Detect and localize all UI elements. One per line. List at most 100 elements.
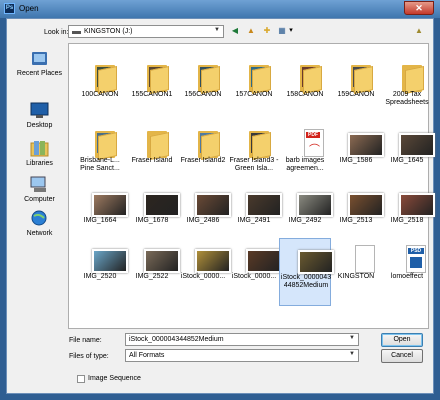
file-item-label: iStock_000004344852Medium — [280, 274, 332, 289]
file-item-label: iStock_0000... — [180, 273, 226, 280]
place-recent-places[interactable]: Recent Places — [12, 50, 67, 80]
new-folder-button[interactable]: ✚ — [261, 25, 273, 37]
place-label: Libraries — [26, 160, 53, 167]
file-item-label: Fraser Island — [131, 157, 173, 164]
file-item[interactable]: 2009 Tax Spreadsheets — [381, 56, 433, 120]
file-item[interactable]: iStock_000004344852Medium — [279, 238, 334, 306]
place-computer[interactable]: Computer — [12, 176, 67, 206]
file-item[interactable]: IMG_1678 — [126, 182, 180, 246]
window-title: Open — [19, 4, 39, 13]
recent-places-icon — [30, 50, 49, 67]
file-item[interactable]: Brisbane-L... Pine Sanct... — [74, 122, 126, 186]
file-item-label: IMG_2518 — [390, 217, 424, 224]
file-item[interactable]: IMG_1645 — [381, 122, 435, 186]
file-item-label: IMG_2492 — [288, 217, 322, 224]
file-item[interactable]: IMG_2513 — [330, 182, 384, 246]
image-thumbnail — [391, 126, 435, 157]
file-item[interactable]: 156CANON — [177, 56, 229, 120]
image-thumbnail — [187, 186, 231, 217]
file-item[interactable]: Fraser Island3 - Green Isla... — [228, 122, 280, 186]
title-bar[interactable]: Ps Open ✕ — [0, 0, 440, 18]
folder-icon — [84, 60, 117, 95]
extra-folder-button[interactable]: ▲ — [413, 25, 425, 37]
place-desktop[interactable]: Desktop — [12, 102, 67, 132]
file-item[interactable]: IMG_2518 — [381, 182, 435, 246]
chevron-down-icon[interactable]: ▼ — [349, 351, 355, 357]
file-item-label: iStock_0000... — [231, 273, 277, 280]
file-item-label: IMG_1664 — [83, 217, 117, 224]
up-folder-button[interactable]: ▲ — [245, 25, 257, 37]
file-item-label: IMG_1678 — [135, 217, 169, 224]
file-item[interactable]: 155CANON1 — [126, 56, 178, 120]
file-item[interactable]: IMG_1664 — [74, 182, 128, 246]
computer-icon — [30, 176, 49, 193]
file-item-label: IMG_1586 — [339, 157, 373, 164]
file-type-value: All Formats — [129, 352, 165, 359]
file-item-label: 159CANON — [337, 91, 375, 98]
image-thumbnail — [187, 242, 231, 273]
drive-icon — [72, 31, 81, 34]
chevron-down-icon[interactable]: ▼ — [349, 335, 355, 341]
file-item-label: IMG_1645 — [390, 157, 424, 164]
file-item-label: IMG_2486 — [186, 217, 220, 224]
file-item[interactable]: Fraser Island — [126, 122, 178, 186]
file-item[interactable]: IMG_2491 — [228, 182, 282, 246]
file-type-dropdown[interactable]: All Formats ▼ — [125, 349, 359, 362]
file-item-label: lomoeffect — [390, 273, 424, 280]
open-button[interactable]: Open — [381, 333, 423, 347]
folder-icon — [136, 60, 169, 95]
image-thumbnail — [391, 186, 435, 217]
file-item[interactable]: IMG_2492 — [279, 182, 333, 246]
place-label: Desktop — [26, 122, 53, 129]
file-item[interactable]: PSD lomoeffect — [381, 238, 433, 302]
photoshop-app-icon: Ps — [4, 3, 15, 14]
file-item[interactable]: 157CANON — [228, 56, 280, 120]
place-label: Computer — [24, 196, 55, 203]
file-item[interactable]: KINGSTON — [330, 238, 382, 302]
file-item[interactable]: IMG_2486 — [177, 182, 231, 246]
close-button[interactable]: ✕ — [404, 1, 434, 15]
file-item[interactable]: iStock_0000... — [177, 238, 231, 302]
place-libraries[interactable]: Libraries — [12, 140, 67, 170]
libraries-icon — [30, 140, 49, 157]
file-item[interactable]: IMG_1586 — [330, 122, 384, 186]
place-label: Recent Places — [16, 70, 63, 77]
file-item[interactable]: 100CANON — [74, 56, 126, 120]
image-thumbnail — [238, 186, 282, 217]
file-item[interactable]: Fraser Island2 — [177, 122, 229, 186]
file-item[interactable]: iStock_0000... — [228, 238, 282, 302]
folder-icon — [289, 60, 322, 95]
place-network[interactable]: Network — [12, 210, 67, 240]
file-item[interactable]: PDF ⌒ barb images agreemen... — [279, 122, 331, 186]
image-thumbnail — [340, 126, 384, 157]
psd-file-icon: PSD — [391, 242, 426, 273]
image-thumbnail — [340, 186, 384, 217]
cancel-button[interactable]: Cancel — [381, 349, 423, 363]
image-sequence-checkbox[interactable] — [77, 375, 85, 383]
file-item-label: IMG_2520 — [83, 273, 117, 280]
look-in-label: Look in: — [44, 29, 69, 36]
views-menu-arrow-icon[interactable]: ▾ — [287, 25, 295, 37]
file-list[interactable]: 100CANON 155CANON1 156CANON 157CANON 158CANO… — [68, 43, 435, 329]
file-type-label: Files of type: — [69, 353, 109, 360]
file-name-field[interactable]: iStock_000004344852Medium ▼ — [125, 333, 359, 346]
image-sequence-label: Image Sequence — [88, 375, 141, 382]
file-item[interactable]: 158CANON — [279, 56, 331, 120]
open-dialog: Ps Open ✕ Look in: KINGSTON (J:) ▼ ◀ ▲ ✚… — [0, 0, 440, 400]
folder-icon — [136, 126, 169, 161]
folder-icon — [238, 60, 271, 95]
back-button[interactable]: ◀ — [229, 25, 241, 37]
file-item[interactable]: 159CANON — [330, 56, 382, 120]
image-thumbnail — [84, 242, 128, 273]
place-label: Network — [26, 230, 53, 237]
network-icon — [30, 210, 49, 227]
file-item-label: Fraser Island3 - Green Isla... — [229, 157, 279, 172]
file-item-label: IMG_2491 — [237, 217, 271, 224]
file-item-label: 2009 Tax Spreadsheets — [385, 91, 429, 106]
document-icon — [340, 242, 375, 273]
look-in-dropdown[interactable]: KINGSTON (J:) ▼ — [68, 25, 224, 38]
dialog-body: Look in: KINGSTON (J:) ▼ ◀ ▲ ✚ ▦ ▾ ▲ Rec… — [6, 18, 435, 394]
file-item[interactable]: IMG_2522 — [126, 238, 180, 302]
file-item-label: 158CANON — [286, 91, 324, 98]
file-item[interactable]: IMG_2520 — [74, 238, 128, 302]
